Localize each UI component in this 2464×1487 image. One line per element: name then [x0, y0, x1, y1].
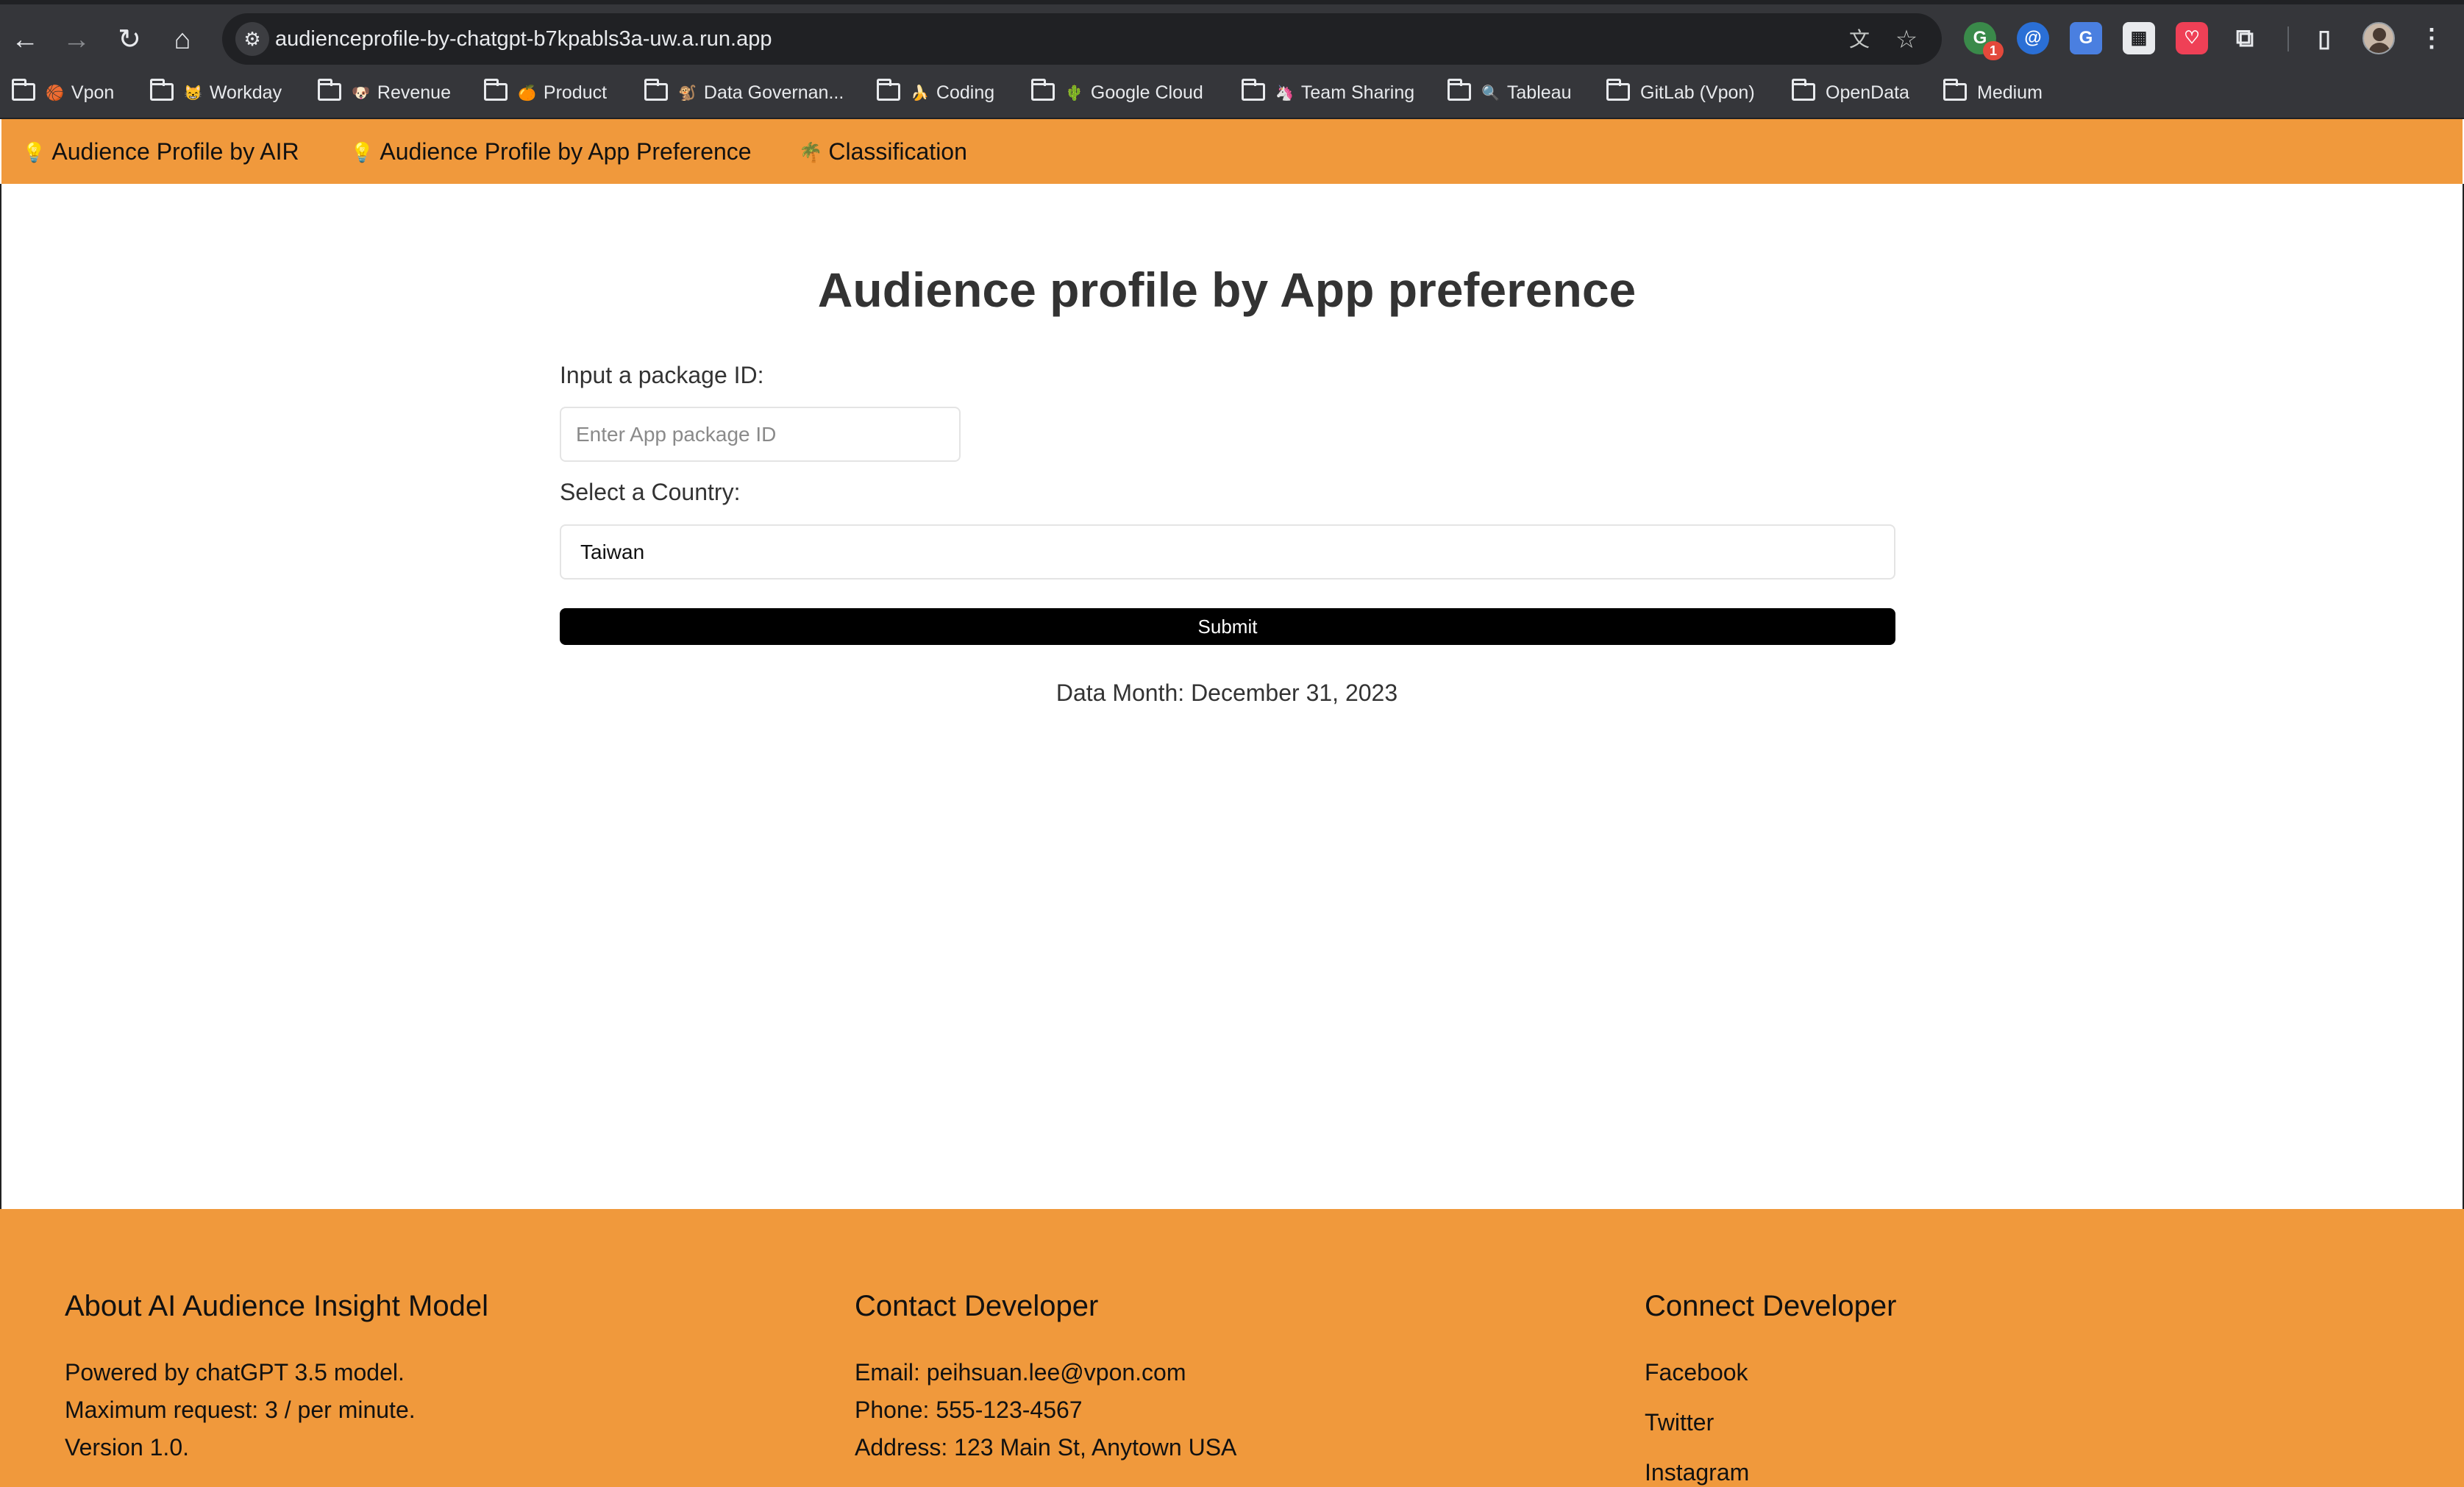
bookmarks-bar: 🏀 Vpon 😸 Workday 🐶 Revenue 🍊 Product 🐒 Data G… — [0, 66, 2464, 119]
footer-contact-address: Address: 123 Main St, Anytown USA — [855, 1434, 1237, 1461]
bookmark-label: Google Cloud — [1090, 82, 1203, 103]
country-label: Select a Country: — [560, 479, 741, 505]
bookmark-folder-google-cloud[interactable]: 🌵 Google Cloud — [1031, 66, 1203, 119]
app-nav-bar: 💡 Audience Profile by AIR 💡 Audience Profi… — [1, 119, 2463, 184]
bookmark-folder-team-sharing[interactable]: 🦄 Team Sharing — [1242, 66, 1414, 119]
folder-icon — [1031, 79, 1055, 101]
nav-audience-profile-by-app-preference[interactable]: 💡 Audience Profile by App Preference — [350, 119, 752, 184]
bookmark-label: Vpon — [71, 82, 115, 103]
bookmark-folder-data-governance[interactable]: 🐒 Data Governan... — [644, 66, 844, 119]
bookmark-folder-tableau[interactable]: 🔍 Tableau — [1448, 66, 1571, 119]
bookmark-folder-product[interactable]: 🍊 Product — [484, 66, 607, 119]
bookmark-emoji: 🐶 — [352, 85, 370, 102]
browser-toolbar: ← → ↻ ⌂ ⚙ audienceprofile-by-chatgpt-b7k… — [0, 0, 2464, 66]
footer-about-heading: About AI Audience Insight Model — [65, 1290, 488, 1322]
footer-link-instagram[interactable]: Instagram — [1645, 1459, 1749, 1486]
bookmark-emoji: 🦄 — [1275, 85, 1294, 102]
extension-badge: 1 — [1983, 41, 2004, 60]
footer-about-line: Powered by chatGPT 3.5 model. — [65, 1359, 405, 1386]
package-id-input[interactable] — [560, 407, 961, 462]
footer-contact-heading: Contact Developer — [855, 1290, 1099, 1322]
bookmark-emoji: 🍌 — [911, 85, 929, 102]
footer: About AI Audience Insight Model Powered … — [0, 1209, 2464, 1487]
bookmark-label: Product — [543, 82, 608, 103]
bookmark-label: Team Sharing — [1300, 82, 1415, 103]
bookmark-label: Medium — [1977, 82, 2043, 103]
pocket-extension-icon[interactable]: ♡ — [2176, 22, 2208, 54]
folder-icon — [318, 79, 341, 101]
palm-tree-icon: 🌴 — [799, 140, 823, 163]
toolbar-divider — [2287, 26, 2289, 51]
translate-icon[interactable]: 文 — [1843, 24, 1876, 56]
footer-contact-phone: Phone: 555-123-4567 — [855, 1397, 1083, 1423]
folder-icon — [1606, 79, 1630, 101]
menu-kebab-icon[interactable]: ⋮ — [2415, 22, 2448, 54]
folder-icon — [1943, 79, 1967, 101]
bookmark-folder-gitlab[interactable]: GitLab (Vpon) — [1606, 66, 1755, 119]
extension-green-icon[interactable]: G1 — [1964, 22, 2004, 60]
folder-icon — [877, 79, 900, 101]
bookmark-label: Coding — [936, 82, 995, 103]
lightbulb-icon: 💡 — [22, 140, 46, 163]
address-bar[interactable]: ⚙ audienceprofile-by-chatgpt-b7kpabls3a-… — [222, 13, 1942, 65]
page-title: Audience profile by App preference — [817, 263, 1637, 317]
folder-icon — [1242, 79, 1265, 101]
footer-connect-heading: Connect Developer — [1645, 1290, 1897, 1322]
bookmark-emoji: 🏀 — [46, 85, 64, 102]
footer-link-twitter[interactable]: Twitter — [1645, 1409, 1714, 1436]
forward-icon[interactable]: → — [56, 19, 97, 60]
nav-label: Classification — [828, 138, 967, 165]
folder-icon — [150, 79, 174, 101]
bookmark-star-icon[interactable]: ☆ — [1890, 24, 1923, 56]
folder-icon — [1448, 79, 1471, 101]
folder-icon — [644, 79, 668, 101]
bookmark-label: Tableau — [1506, 82, 1572, 103]
submit-button[interactable]: Submit — [560, 608, 1895, 645]
bookmark-folder-revenue[interactable]: 🐶 Revenue — [318, 66, 451, 119]
footer-link-facebook[interactable]: Facebook — [1645, 1359, 1748, 1386]
bookmark-emoji: 🌵 — [1065, 85, 1083, 102]
bookmark-folder-vpon[interactable]: 🏀 Vpon — [12, 66, 114, 119]
url-text[interactable]: audienceprofile-by-chatgpt-b7kpabls3a-uw… — [275, 13, 772, 65]
footer-contact-email: Email: peihsuan.lee@vpon.com — [855, 1359, 1186, 1386]
nav-label: Audience Profile by AIR — [51, 138, 299, 165]
profile-avatar[interactable] — [2362, 22, 2395, 54]
lightbulb-icon: 💡 — [350, 140, 374, 163]
package-id-label: Input a package ID: — [560, 362, 764, 388]
side-panel-icon[interactable]: ▯ — [2308, 22, 2340, 54]
bookmark-folder-coding[interactable]: 🍌 Coding — [877, 66, 994, 119]
bookmark-emoji: 🍊 — [518, 85, 536, 102]
bookmark-label: Data Governan... — [703, 82, 844, 103]
nav-classification[interactable]: 🌴 Classification — [799, 119, 967, 184]
bookmark-folder-workday[interactable]: 😸 Workday — [150, 66, 282, 119]
qr-code-extension-icon[interactable]: ▦ — [2123, 22, 2155, 54]
nav-audience-profile-by-air[interactable]: 💡 Audience Profile by AIR — [22, 119, 299, 184]
extensions-puzzle-icon[interactable]: ⧉ — [2229, 22, 2261, 54]
folder-icon — [12, 79, 35, 101]
bookmark-label: OpenData — [1826, 82, 1909, 103]
bookmark-label: Revenue — [377, 82, 451, 103]
site-settings-icon[interactable]: ⚙ — [235, 22, 269, 56]
folder-icon — [484, 79, 508, 101]
bookmark-folder-opendata[interactable]: OpenData — [1792, 66, 1909, 119]
footer-about-line: Maximum request: 3 / per minute. — [65, 1397, 416, 1423]
footer-about-line: Version 1.0. — [65, 1434, 189, 1461]
bookmark-emoji: 🔍 — [1481, 85, 1500, 102]
extension-at-icon[interactable]: @ — [2017, 22, 2049, 54]
home-icon[interactable]: ⌂ — [162, 19, 203, 60]
nav-label: Audience Profile by App Preference — [380, 138, 752, 165]
folder-icon — [1792, 79, 1815, 101]
bookmark-emoji: 😸 — [184, 85, 202, 102]
reload-icon[interactable]: ↻ — [109, 19, 150, 60]
bookmark-emoji: 🐒 — [678, 85, 697, 102]
country-select[interactable]: Taiwan — [560, 524, 1895, 580]
back-icon[interactable]: ← — [4, 19, 46, 60]
bookmark-label: GitLab (Vpon) — [1640, 82, 1755, 103]
data-month-text: Data Month: December 31, 2023 — [1055, 680, 1398, 706]
bookmark-label: Workday — [209, 82, 282, 103]
bookmark-folder-medium[interactable]: Medium — [1943, 66, 2043, 119]
google-translate-extension-icon[interactable]: G — [2070, 22, 2102, 54]
